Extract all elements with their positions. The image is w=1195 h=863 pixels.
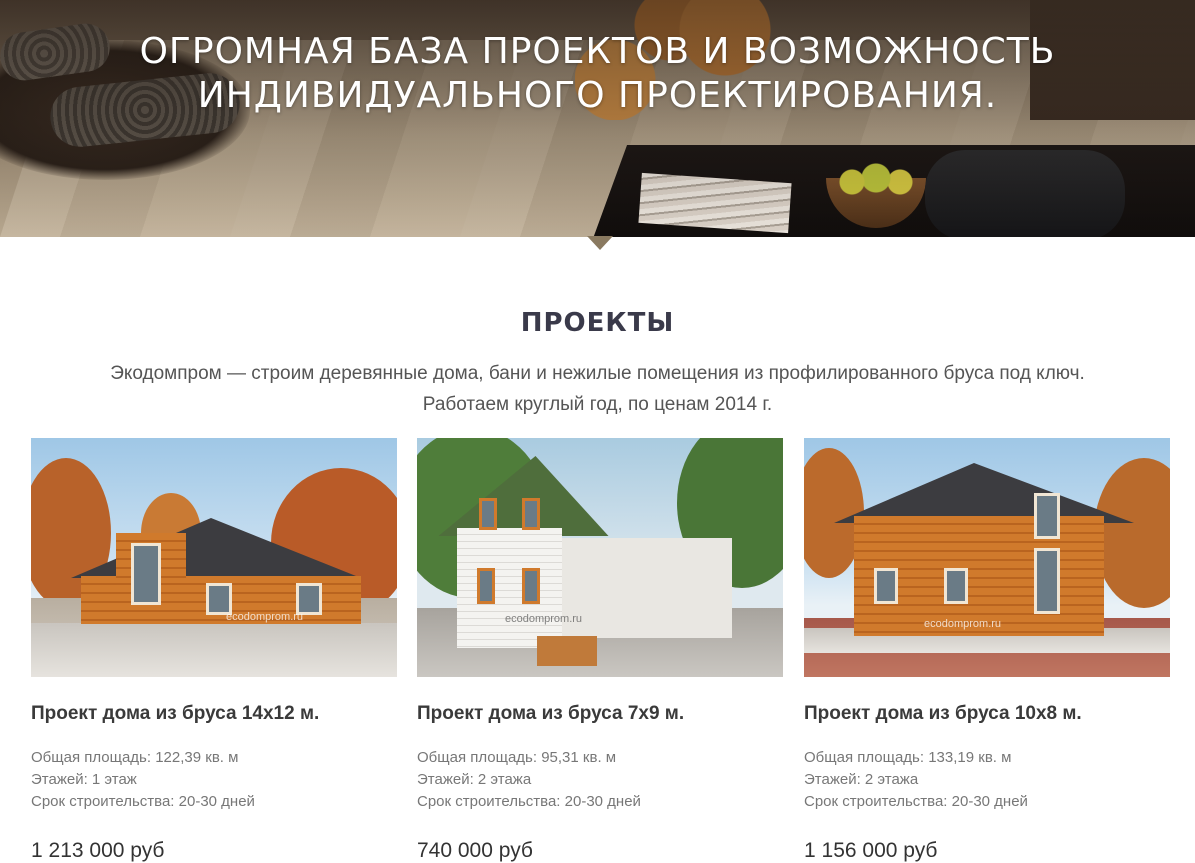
project-card[interactable]: ecodomprom.ru Проект дома из бруса 10x8 … <box>804 438 1170 863</box>
watermark: ecodomprom.ru <box>924 618 1002 630</box>
project-area: Общая площадь: 122,39 кв. м <box>31 749 239 766</box>
section-subtitle-line-1: Экодомпром — строим деревянные дома, бан… <box>110 363 1085 384</box>
project-title[interactable]: Проект дома из бруса 7x9 м. <box>417 703 783 725</box>
project-card[interactable]: ecodomprom.ru Проект дома из бруса 7x9 м… <box>417 438 783 863</box>
hero-down-arrow-icon <box>587 236 613 250</box>
project-price: 1 213 000 руб <box>31 839 165 862</box>
section-title: ПРОЕКТЫ <box>520 308 675 338</box>
hero-banner: ОГРОМНАЯ БАЗА ПРОЕКТОВ И ВОЗМОЖНОСТЬ ИНД… <box>0 0 1195 237</box>
project-title[interactable]: Проект дома из бруса 14x12 м. <box>31 703 397 725</box>
project-term: Срок строительства: 20-30 дней <box>804 793 1028 810</box>
watermark: ecodomprom.ru <box>226 611 304 623</box>
project-area: Общая площадь: 95,31 кв. м <box>417 749 617 766</box>
project-specs: Общая площадь: 122,39 кв. м Этажей: 1 эт… <box>31 747 397 813</box>
project-floors: Этажей: 2 этажа <box>804 771 919 788</box>
section-subtitle: Экодомпром — строим деревянные дома, бан… <box>0 358 1195 420</box>
project-floors: Этажей: 2 этажа <box>417 771 532 788</box>
project-term: Срок строительства: 20-30 дней <box>31 793 255 810</box>
section-subtitle-line-2: Работаем круглый год, по ценам 2014 г. <box>422 394 773 415</box>
project-title[interactable]: Проект дома из бруса 10x8 м. <box>804 703 1170 725</box>
project-specs: Общая площадь: 133,19 кв. м Этажей: 2 эт… <box>804 747 1170 813</box>
project-card[interactable]: ecodomprom.ru Проект дома из бруса 14x12… <box>31 438 397 863</box>
project-image[interactable]: ecodomprom.ru <box>31 438 397 677</box>
project-price: 740 000 руб <box>417 839 533 862</box>
project-price: 1 156 000 руб <box>804 839 938 862</box>
hero-title-line-1: ОГРОМНАЯ БАЗА ПРОЕКТОВ И ВОЗМОЖНОСТЬ <box>139 31 1056 72</box>
project-area: Общая площадь: 133,19 кв. м <box>804 749 1012 766</box>
hero-title-line-2: ИНДИВИДУАЛЬНОГО ПРОЕКТИРОВАНИЯ. <box>197 75 998 116</box>
project-image[interactable]: ecodomprom.ru <box>417 438 783 677</box>
hero-title: ОГРОМНАЯ БАЗА ПРОЕКТОВ И ВОЗМОЖНОСТЬ ИНД… <box>0 30 1195 118</box>
project-term: Срок строительства: 20-30 дней <box>417 793 641 810</box>
project-image[interactable]: ecodomprom.ru <box>804 438 1170 677</box>
watermark: ecodomprom.ru <box>505 613 583 625</box>
project-floors: Этажей: 1 этаж <box>31 771 137 788</box>
project-specs: Общая площадь: 95,31 кв. м Этажей: 2 эта… <box>417 747 783 813</box>
